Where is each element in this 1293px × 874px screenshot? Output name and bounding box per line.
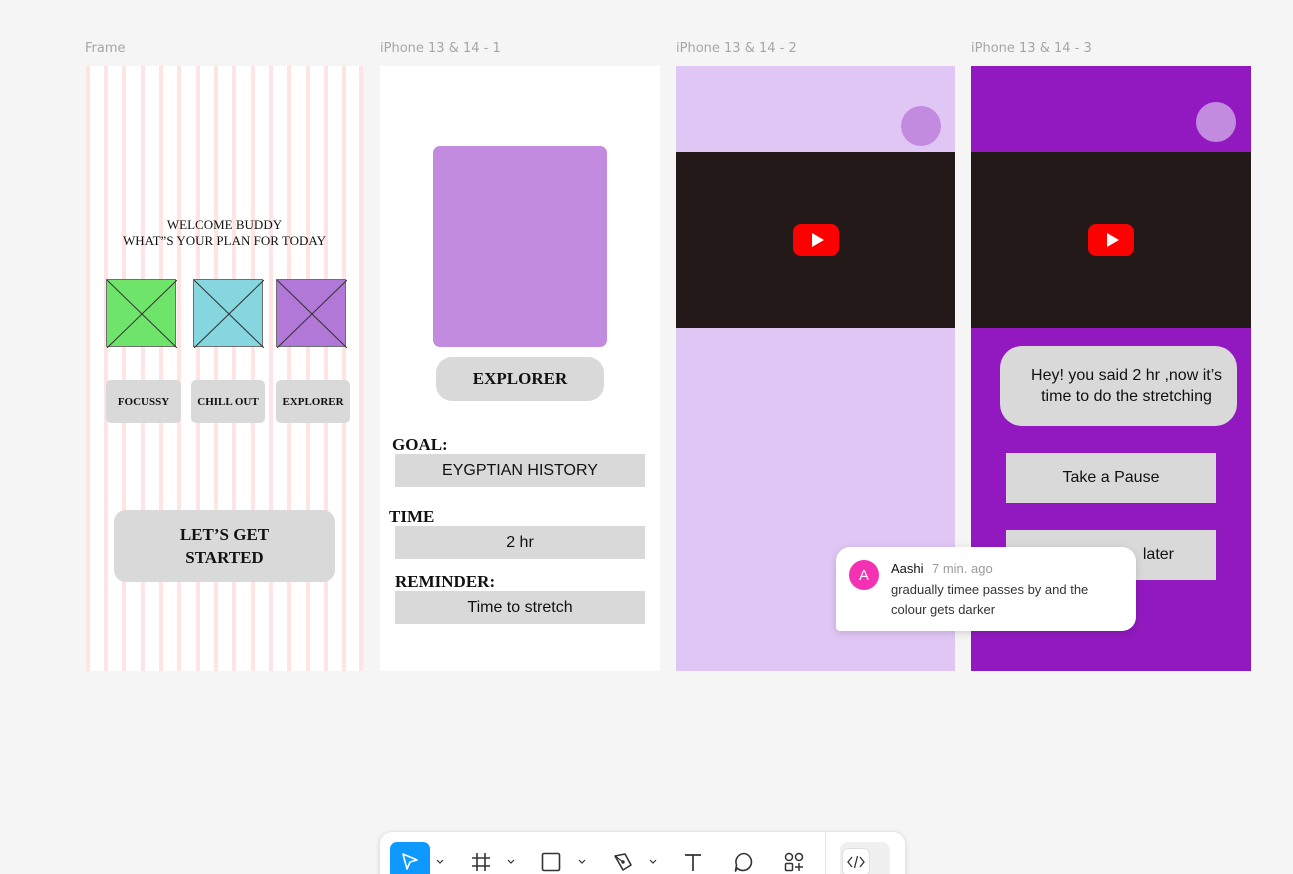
frame-tool-button[interactable] bbox=[466, 842, 496, 874]
image-placeholder-icon bbox=[194, 280, 264, 348]
pen-icon bbox=[614, 853, 632, 871]
frame-label-iphone-1[interactable]: iPhone 13 & 14 - 1 bbox=[380, 41, 501, 56]
welcome-line-2: WHAT”S YOUR PLAN FOR TODAY bbox=[123, 233, 326, 248]
rectangle-tool-chevron-icon[interactable] bbox=[577, 857, 587, 867]
comment-text: gradually timee passes by and the colour… bbox=[891, 582, 1089, 617]
image-placeholder-chill-out[interactable] bbox=[193, 279, 264, 348]
youtube-play-icon[interactable] bbox=[1088, 224, 1134, 256]
frame-tool-chevron-icon[interactable] bbox=[506, 857, 516, 867]
reminder-label: REMINDER: bbox=[395, 572, 496, 591]
text-tool-button[interactable] bbox=[678, 842, 708, 874]
welcome-heading: WELCOME BUDDY WHAT”S YOUR PLAN FOR TODAY bbox=[86, 217, 363, 249]
mode-preview-card bbox=[433, 146, 607, 347]
start-line-1: LET’S GET bbox=[179, 525, 270, 544]
frame-label-iphone-3[interactable]: iPhone 13 & 14 - 3 bbox=[971, 41, 1092, 56]
toolbar-divider bbox=[825, 832, 826, 874]
code-icon bbox=[847, 855, 865, 869]
image-placeholder-icon bbox=[277, 280, 347, 348]
components-icon bbox=[784, 852, 804, 872]
time-field[interactable]: 2 hr bbox=[395, 526, 645, 559]
video-player[interactable] bbox=[676, 152, 955, 328]
option-button-explorer[interactable]: EXPLORER bbox=[276, 380, 350, 423]
rectangle-tool-button[interactable] bbox=[536, 842, 566, 874]
frame-iphone-1[interactable]: EXPLORER GOAL: EYGPTIAN HISTORY TIME 2 h… bbox=[380, 66, 660, 671]
dev-mode-toggle[interactable] bbox=[840, 842, 890, 874]
frame-welcome[interactable]: WELCOME BUDDY WHAT”S YOUR PLAN FOR TODAY… bbox=[86, 66, 363, 671]
option-button-chill-out[interactable]: CHILL OUT bbox=[191, 380, 265, 423]
frame-label-frame[interactable]: Frame bbox=[85, 41, 126, 56]
cursor-icon bbox=[402, 853, 418, 870]
comment-bubble-icon bbox=[734, 852, 753, 872]
comment-card[interactable]: A Aashi 7 min. ago gradually timee passe… bbox=[836, 547, 1136, 631]
image-placeholder-icon bbox=[107, 280, 177, 348]
comment-timestamp: 7 min. ago bbox=[932, 561, 993, 576]
move-tool-chevron-icon[interactable] bbox=[435, 857, 445, 867]
reminder-message-bubble: Hey! you said 2 hr ,now it’s time to do … bbox=[1000, 346, 1237, 426]
profile-avatar[interactable] bbox=[901, 106, 941, 146]
video-player[interactable] bbox=[971, 152, 1251, 328]
comment-author: Aashi bbox=[891, 561, 924, 576]
explorer-mode-button[interactable]: EXPLORER bbox=[436, 357, 604, 401]
youtube-play-icon[interactable] bbox=[792, 224, 839, 256]
take-a-pause-button[interactable]: Take a Pause bbox=[1006, 453, 1216, 503]
start-line-2: STARTED bbox=[185, 548, 264, 567]
goal-field[interactable]: EYGPTIAN HISTORY bbox=[395, 454, 645, 487]
profile-avatar[interactable] bbox=[1196, 102, 1236, 142]
bottom-toolbar bbox=[379, 831, 906, 874]
pen-tool-button[interactable] bbox=[608, 842, 638, 874]
lets-get-started-button[interactable]: LET’S GET STARTED bbox=[114, 510, 335, 582]
frame-hash-icon bbox=[472, 853, 490, 871]
text-icon bbox=[685, 854, 701, 871]
image-placeholder-focussy[interactable] bbox=[106, 279, 177, 348]
actions-tool-button[interactable] bbox=[779, 842, 809, 874]
reminder-field[interactable]: Time to stretch bbox=[395, 591, 645, 624]
comment-avatar: A bbox=[849, 560, 879, 590]
image-placeholder-explorer[interactable] bbox=[276, 279, 347, 348]
move-tool-button[interactable] bbox=[390, 842, 430, 874]
welcome-line-1: WELCOME BUDDY bbox=[166, 217, 283, 232]
frame-label-iphone-2[interactable]: iPhone 13 & 14 - 2 bbox=[676, 41, 797, 56]
dev-mode-toggle-knob bbox=[842, 848, 870, 874]
comment-tool-button[interactable] bbox=[729, 842, 759, 874]
option-button-focussy[interactable]: FOCUSSY bbox=[106, 380, 181, 423]
pen-tool-chevron-icon[interactable] bbox=[648, 857, 658, 867]
rectangle-icon bbox=[541, 852, 561, 872]
time-label: TIME bbox=[389, 507, 435, 526]
goal-label: GOAL: bbox=[392, 435, 448, 454]
